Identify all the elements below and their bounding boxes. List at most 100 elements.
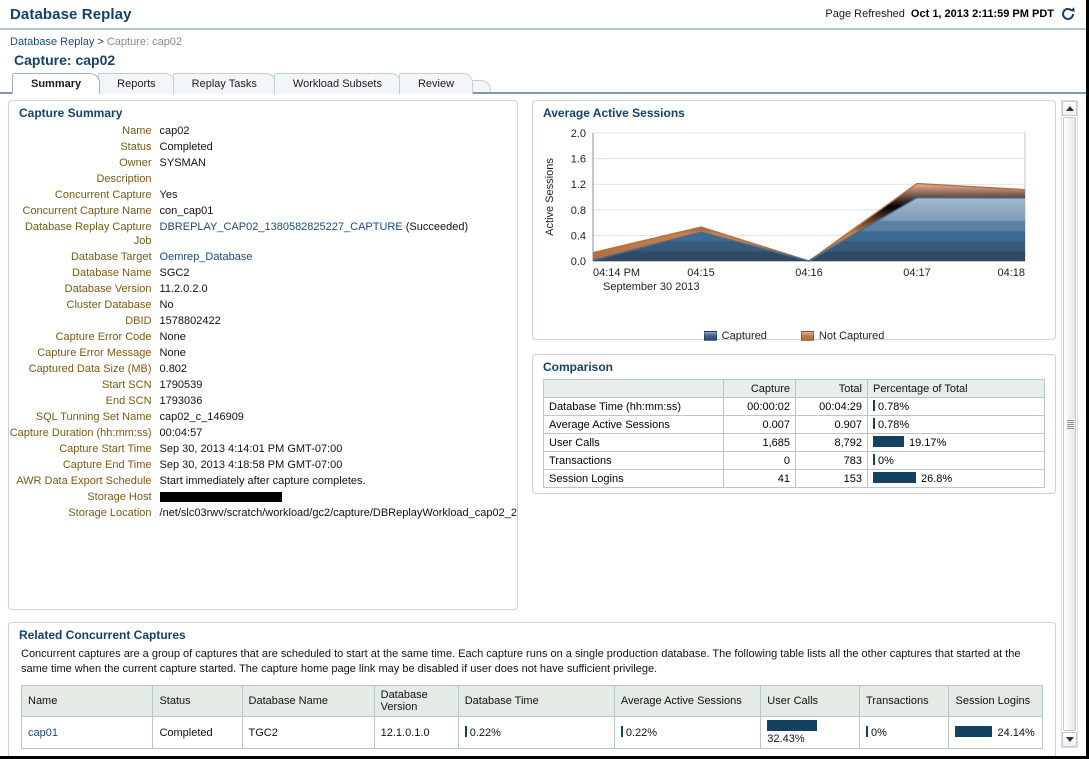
capture-summary-label: End SCN — [9, 393, 160, 409]
tab-strip-filler — [491, 92, 1086, 94]
capture-summary-label: Database Replay Capture Job — [9, 219, 160, 249]
scroll-content: Capture Summary Namecap02StatusCompleted… — [8, 100, 1056, 748]
capture-summary-label: Capture End Time — [9, 457, 160, 473]
capture-summary-value: con_cap01 — [160, 203, 517, 219]
capture-summary-value-text: Completed — [160, 141, 213, 153]
capture-summary-value-text: 00:04:57 — [160, 427, 203, 439]
scrollbar-thumb[interactable] — [1063, 117, 1076, 731]
tab-review[interactable]: Review — [399, 73, 473, 94]
capture-summary-value: SYSMAN — [160, 155, 517, 171]
scroll-up-button[interactable] — [1062, 101, 1077, 116]
related-captures-title: Related Concurrent Captures — [9, 623, 1055, 645]
comparison-capture-value: 41 — [724, 470, 796, 488]
capture-summary-label: Database Version — [9, 281, 160, 297]
capture-summary-label: Concurrent Capture — [9, 187, 160, 203]
capture-summary-value: Sep 30, 2013 4:18:58 PM GMT-07:00 — [160, 457, 517, 473]
related-capture-user-calls-label: 32.43% — [767, 733, 804, 745]
comparison-percent-label: 26.8% — [921, 473, 952, 485]
capture-summary-row: StatusCompleted — [9, 139, 517, 155]
capture-summary-label: Captured Data Size (MB) — [9, 361, 160, 377]
comparison-row: Database Time (hh:mm:ss)00:00:0200:04:29… — [544, 398, 1045, 416]
capture-summary-value: SGC2 — [160, 265, 517, 281]
refresh-icon[interactable] — [1060, 6, 1076, 22]
capture-summary-label: Concurrent Capture Name — [9, 203, 160, 219]
capture-summary-value-suffix: (Succeeded) — [403, 221, 468, 233]
legend-label-not-captured: Not Captured — [819, 330, 884, 342]
related-capture-database-time-bar — [465, 726, 467, 737]
capture-summary-value-link[interactable]: Oemrep_Database — [160, 251, 253, 263]
capture-summary-value: 1790539 — [160, 377, 517, 393]
related-captures-table: NameStatusDatabase NameDatabase VersionD… — [21, 685, 1043, 749]
capture-summary-row: Database NameSGC2 — [9, 265, 517, 281]
capture-summary-value: /net/slc03rwv/scratch/workload/gc2/captu… — [160, 505, 517, 521]
breadcrumb-current: Capture: cap02 — [107, 36, 182, 48]
chart-xtick-label: 04:17 — [903, 267, 931, 279]
chart-ytick-label: 1.6 — [571, 154, 586, 166]
tab-reports[interactable]: Reports — [98, 73, 175, 94]
breadcrumb: Database Replay>Capture: cap02 — [0, 30, 1086, 50]
related-captures-column-header: Average Active Sessions — [614, 686, 760, 717]
capture-summary-value-text: No — [160, 299, 174, 311]
comparison-total-value: 0.907 — [796, 416, 868, 434]
related-capture-database-version: 12.1.0.1.0 — [374, 717, 458, 749]
comparison-row: Transactions07830% — [544, 452, 1045, 470]
tab-summary[interactable]: Summary — [12, 73, 100, 94]
capture-summary-value: 11.2.0.2.0 — [160, 281, 517, 297]
capture-summary-value-link[interactable]: DBREPLAY_CAP02_1380582825227_CAPTURE — [160, 221, 403, 233]
scroll-down-button[interactable] — [1062, 732, 1077, 747]
related-capture-name-link[interactable]: cap01 — [28, 727, 58, 739]
page-root: Database Replay Page Refreshed Oct 1, 20… — [0, 0, 1089, 759]
capture-summary-value-text: Sep 30, 2013 4:14:01 PM GMT-07:00 — [160, 443, 343, 455]
comparison-percent-bar — [873, 454, 875, 465]
related-capture-transactions: 0% — [860, 717, 949, 749]
tab-workload-subsets[interactable]: Workload Subsets — [274, 73, 401, 94]
capture-summary-value-text: 1790539 — [160, 379, 203, 391]
chart-ytick-label: 0.8 — [571, 205, 586, 217]
capture-summary-table: Namecap02StatusCompletedOwnerSYSMANDescr… — [9, 123, 517, 521]
related-capture-status: Completed — [153, 717, 242, 749]
capture-summary-row: Database TargetOemrep_Database — [9, 249, 517, 265]
comparison-panel: Comparison CaptureTotalPercentage of Tot… — [532, 354, 1056, 494]
comparison-percent-cell: 0% — [868, 452, 1045, 470]
capture-summary-value-text: Sep 30, 2013 4:18:58 PM GMT-07:00 — [160, 459, 343, 471]
comparison-percent-bar — [873, 400, 875, 411]
tab-workload-subsets-label: Workload Subsets — [293, 78, 382, 90]
related-capture-average-active-sessions-bar — [621, 726, 623, 737]
capture-summary-row: Capture Error MessageNone — [9, 345, 517, 361]
capture-summary-value-text: cap02_c_146909 — [160, 411, 244, 423]
comparison-metric: Transactions — [544, 452, 724, 470]
tab-replay-tasks[interactable]: Replay Tasks — [173, 73, 276, 94]
capture-summary-label: SQL Tunning Set Name — [9, 409, 160, 425]
chart-canvas: 0.00.40.81.21.62.004:14 PM04:1504:1604:1… — [539, 123, 1039, 303]
comparison-total-value: 00:04:29 — [796, 398, 868, 416]
capture-summary-value: Completed — [160, 139, 517, 155]
comparison-percent-bar — [873, 418, 875, 429]
related-captures-header-row: NameStatusDatabase NameDatabase VersionD… — [22, 686, 1043, 717]
legend-item-not-captured: Not Captured — [801, 330, 884, 342]
capture-summary-value: Yes — [160, 187, 517, 203]
capture-summary-title: Capture Summary — [9, 101, 517, 123]
chart-xtick-label: 04:16 — [795, 267, 823, 279]
chart-xlabel: September 30 2013 — [603, 281, 700, 293]
content-area: Capture Summary Namecap02StatusCompleted… — [8, 100, 1078, 748]
breadcrumb-link-database-replay[interactable]: Database Replay — [10, 36, 94, 48]
related-captures-column-header: User Calls — [761, 686, 860, 717]
page-refresh-status: Page Refreshed Oct 1, 2013 2:11:59 PM PD… — [825, 6, 1076, 22]
comparison-metric: Average Active Sessions — [544, 416, 724, 434]
capture-summary-panel: Capture Summary Namecap02StatusCompleted… — [8, 100, 518, 610]
comparison-percent-label: 0.78% — [878, 419, 909, 431]
capture-summary-value: DBREPLAY_CAP02_1380582825227_CAPTURE (Su… — [160, 219, 517, 249]
chart-xtick-label: 04:15 — [687, 267, 715, 279]
capture-summary-value: 00:04:57 — [160, 425, 517, 441]
capture-summary-label: Database Name — [9, 265, 160, 281]
page-title: Capture: cap02 — [0, 50, 1086, 72]
comparison-percent-cell: 26.8% — [868, 470, 1045, 488]
related-capture-average-active-sessions: 0.22% — [614, 717, 760, 749]
capture-summary-label: Name — [9, 123, 160, 139]
vertical-scrollbar[interactable] — [1061, 100, 1078, 748]
capture-summary-value: cap02 — [160, 123, 517, 139]
capture-summary-value — [160, 171, 517, 187]
table-row: cap01CompletedTGC212.1.0.1.00.22%0.22%32… — [22, 717, 1043, 749]
capture-summary-label: Capture Start Time — [9, 441, 160, 457]
arrow-down-icon — [1066, 737, 1074, 742]
